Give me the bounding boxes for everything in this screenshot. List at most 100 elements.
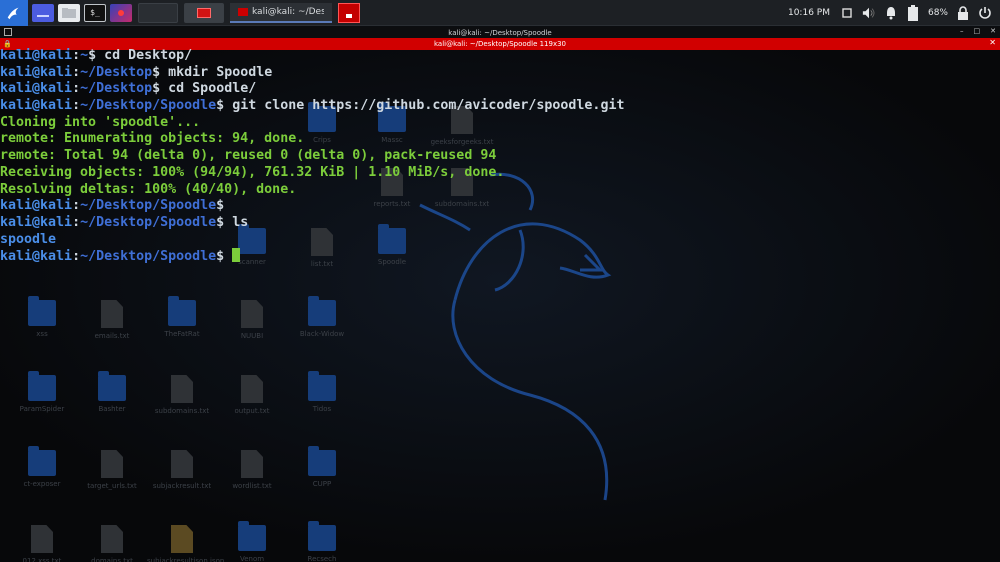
- desktop-icon[interactable]: TheFatRat: [147, 296, 217, 339]
- terminal-line: Cloning into 'spoodle'...: [0, 115, 1000, 132]
- terminal-line: Receiving objects: 100% (94/94), 761.32 …: [0, 165, 1000, 182]
- clock[interactable]: 10:16 PM: [788, 8, 830, 18]
- desktop-icon[interactable]: Black-Widow: [287, 296, 357, 339]
- desktop-icon[interactable]: Bashter: [77, 371, 147, 414]
- desktop-icon[interactable]: Venom: [217, 521, 287, 562]
- desktop-icon[interactable]: target_urls.txt: [77, 450, 147, 491]
- terminal-line: Resolving deltas: 100% (40/40), done.: [0, 182, 1000, 199]
- desktop-icon[interactable]: Tidos: [287, 371, 357, 414]
- desktop-icon-label: xss: [36, 330, 48, 338]
- text-file-icon: [171, 450, 193, 478]
- close-icon[interactable]: ✕: [990, 27, 996, 35]
- terminal-line: kali@kali:~/Desktop/Spoodle$ git clone h…: [0, 98, 1000, 115]
- terminal-output[interactable]: kali@kali:~$ cd Desktop/kali@kali:~/Desk…: [0, 48, 1000, 265]
- command-output: remote: Total 94 (delta 0), reused 0 (de…: [0, 148, 497, 164]
- desktop-icon-label: emails.txt: [94, 332, 130, 340]
- prompt-user: kali@kali: [0, 214, 73, 230]
- text-file-icon: [241, 375, 263, 403]
- desktop-icon-label: Black-Widow: [299, 330, 345, 338]
- command-output: Receiving objects: 100% (94/94), 761.32 …: [0, 164, 505, 180]
- prompt-user: kali@kali: [0, 98, 73, 114]
- prompt-user: kali@kali: [0, 198, 73, 214]
- folder-icon: [98, 371, 126, 401]
- desktop-icon[interactable]: NUUBI: [217, 300, 287, 341]
- terminal-line: kali@kali:~/Desktop/Spoodle$: [0, 198, 1000, 215]
- folder-icon: [308, 296, 336, 326]
- desktop-icon-label: subjackresultjson.json: [147, 557, 225, 562]
- prompt-user: kali@kali: [0, 64, 73, 80]
- command-text: mkdir Spoodle: [160, 64, 273, 80]
- kali-menu-button[interactable]: [0, 0, 28, 26]
- terminal-line: kali@kali:~/Desktop/Spoodle$ ls: [0, 215, 1000, 232]
- text-file-icon: [101, 525, 123, 553]
- taskbar-terminal-window[interactable]: kali@kali: ~/Desktop/Sp: [230, 2, 332, 23]
- desktop-icon[interactable]: subjackresultjson.json: [147, 525, 225, 562]
- desktop-icon[interactable]: Recsech: [287, 521, 357, 562]
- window-preview-icon: [346, 13, 352, 18]
- screen-recorder-icon[interactable]: [110, 3, 132, 22]
- desktop-icon[interactable]: emails.txt: [77, 300, 147, 341]
- notifications-bell-icon[interactable]: [884, 6, 898, 20]
- prompt-path: ~: [80, 48, 89, 63]
- text-file-icon: [31, 525, 53, 553]
- desktop-icon[interactable]: subjackresult.txt: [147, 450, 217, 491]
- desktop-icon-label: NUUBI: [240, 332, 264, 340]
- battery-icon[interactable]: [906, 4, 920, 21]
- folder-icon: [28, 296, 56, 326]
- text-file-icon: [241, 450, 263, 478]
- command-text: ls: [224, 214, 249, 230]
- minimize-icon[interactable]: –: [960, 27, 964, 35]
- lock-screen-icon[interactable]: [956, 5, 970, 20]
- json-file-icon: [171, 525, 193, 553]
- command-text: cd Spoodle/: [160, 81, 257, 97]
- prompt-path: ~/Desktop/Spoodle: [80, 98, 217, 114]
- desktop-icon[interactable]: xss: [7, 296, 77, 339]
- terminal-titlebar[interactable]: kali@kali: ~/Desktop/Spoodle – □ ✕: [0, 27, 1000, 38]
- tab-close-icon[interactable]: ✕: [989, 38, 996, 47]
- text-file-icon: [101, 300, 123, 328]
- prompt-dollar: $: [216, 198, 225, 214]
- prompt-dollar: $: [216, 249, 225, 265]
- taskbar-second-window[interactable]: [338, 2, 360, 23]
- battery-percentage: 68%: [927, 7, 948, 18]
- desktop-icon[interactable]: CUPP: [287, 446, 357, 489]
- prompt-dollar: $: [216, 98, 225, 114]
- command-output: Cloning into 'spoodle'...: [0, 114, 201, 130]
- desktop-icon[interactable]: domains.txt: [77, 525, 147, 562]
- kali-dragon-icon: [7, 7, 19, 19]
- desktop-icon[interactable]: subdomains.txt: [147, 375, 217, 416]
- desktop-icon-label: output.txt: [234, 407, 270, 415]
- desktop-icon[interactable]: wordlist.txt: [217, 450, 287, 491]
- desktop-icon[interactable]: output.txt: [217, 375, 287, 416]
- desktop-icon[interactable]: ParamSpider: [7, 371, 77, 414]
- terminal-launcher-icon[interactable]: $_: [84, 3, 106, 22]
- show-desktop-icon[interactable]: [32, 3, 54, 22]
- maximize-icon[interactable]: □: [974, 27, 981, 35]
- window-menu-icon[interactable]: [4, 28, 12, 36]
- window-controls: – □ ✕: [960, 27, 996, 35]
- folder-icon: [308, 521, 336, 551]
- file-manager-icon[interactable]: [58, 3, 80, 22]
- desktop-icon[interactable]: 012 xss.txt: [7, 525, 77, 562]
- window-toggle-icon[interactable]: [840, 6, 854, 20]
- desktop-icon-label: ct-exposer: [23, 480, 61, 488]
- volume-icon[interactable]: [862, 6, 876, 20]
- desktop-icon-label: Venom: [239, 555, 265, 562]
- terminal-launcher-glyph: $_: [90, 8, 100, 17]
- terminal-line: kali@kali:~$ cd Desktop/: [0, 48, 1000, 65]
- desktop-icon[interactable]: ct-exposer: [7, 446, 77, 489]
- prompt-path: ~/Desktop: [80, 81, 153, 97]
- text-cursor: [232, 248, 241, 263]
- workspace-2[interactable]: [184, 2, 224, 23]
- taskbar-window-title: kali@kali: ~/Desktop/Sp: [252, 6, 324, 17]
- workspace-1[interactable]: [138, 2, 178, 23]
- prompt-dollar: $: [152, 64, 161, 80]
- terminal-line: spoodle: [0, 232, 1000, 249]
- command-output: remote: Enumerating objects: 94, done.: [0, 131, 305, 147]
- terminal-line: remote: Enumerating objects: 94, done.: [0, 131, 1000, 148]
- text-file-icon: [171, 375, 193, 403]
- desktop-icon-label: ParamSpider: [19, 405, 65, 413]
- power-menu-icon[interactable]: [978, 6, 992, 20]
- prompt-user: kali@kali: [0, 249, 73, 265]
- ls-directory-entry: spoodle: [0, 231, 57, 247]
